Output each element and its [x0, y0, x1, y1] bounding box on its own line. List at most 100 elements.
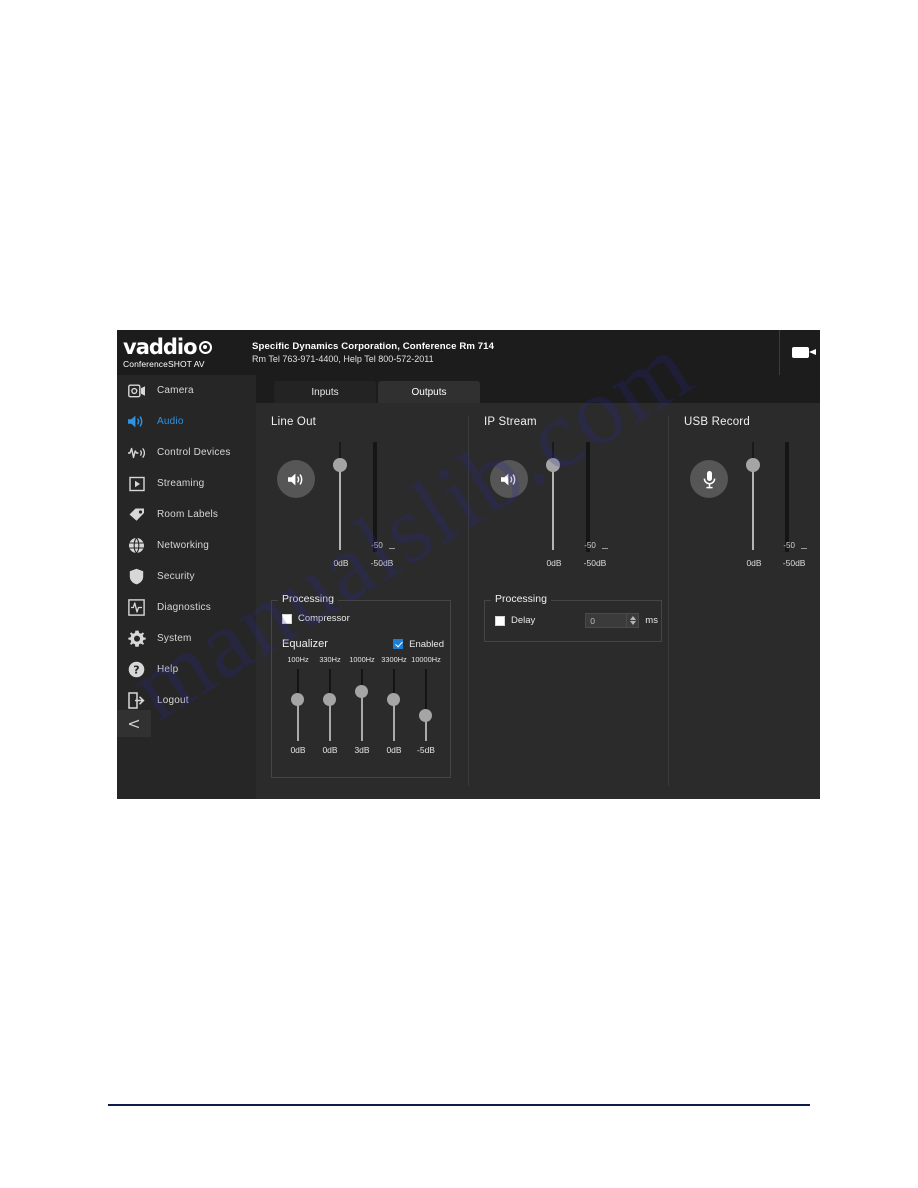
- band-value: -5dB: [417, 745, 435, 755]
- ip-stream-mute-button[interactable]: [490, 460, 528, 498]
- sidebar-item-system[interactable]: System: [117, 623, 256, 654]
- delay-row: Delay 0 ms: [495, 613, 658, 628]
- equalizer-header: Equalizer Enabled: [282, 638, 444, 650]
- usb-record-volume-slider[interactable]: 0dB: [737, 442, 770, 582]
- delay-label: Delay: [511, 615, 536, 626]
- delay-spinner-arrows[interactable]: [627, 613, 640, 628]
- sidebar-collapse-button[interactable]: <: [117, 710, 151, 737]
- sidebar-item-label: Audio: [157, 416, 184, 427]
- product-name: ConferenceSHOT AV: [123, 358, 205, 369]
- equalizer-enabled-label: Enabled: [409, 638, 444, 650]
- ip-stream-meter-label: -50dB: [583, 558, 607, 568]
- sidebar-item-diagnostics[interactable]: Diagnostics: [117, 592, 256, 623]
- tab-outputs[interactable]: Outputs: [378, 381, 480, 403]
- sidebar-item-audio[interactable]: Audio: [117, 406, 256, 437]
- sidebar-item-control-devices[interactable]: Control Devices: [117, 437, 256, 468]
- band-frequency: 330Hz: [319, 655, 341, 664]
- compressor-label: Compressor: [298, 613, 350, 624]
- header-info: Specific Dynamics Corporation, Conferenc…: [250, 341, 779, 364]
- delay-stepper[interactable]: 0: [585, 613, 640, 628]
- chevron-down-icon[interactable]: [629, 621, 636, 625]
- ip-stream-level-meter: -50 -50dB: [576, 442, 620, 582]
- content-area: Inputs Outputs Line Out 0dB -50 -50dB Pr…: [256, 375, 820, 799]
- band-knob[interactable]: [323, 693, 336, 706]
- sidebar-item-room-labels[interactable]: Room Labels: [117, 499, 256, 530]
- line-out-volume-label: 0dB: [333, 558, 349, 568]
- header-camera-button[interactable]: [779, 330, 820, 375]
- line-out-level-meter: -50 -50dB: [363, 442, 407, 582]
- speaker-icon: [287, 473, 302, 485]
- tag-icon: [126, 504, 147, 525]
- band-knob[interactable]: [387, 693, 400, 706]
- delay-checkbox[interactable]: [495, 615, 505, 626]
- vaddio-logo: vaddio: [123, 336, 250, 358]
- delay-input[interactable]: 0: [585, 613, 628, 628]
- band-knob[interactable]: [419, 709, 432, 722]
- chevron-up-icon[interactable]: [629, 616, 636, 620]
- compressor-checkbox[interactable]: [282, 613, 292, 624]
- speaker-icon: [126, 411, 147, 432]
- speaker-icon: [500, 473, 515, 485]
- line-out-volume-slider[interactable]: 0dB: [324, 442, 358, 582]
- slider-knob[interactable]: [546, 458, 560, 472]
- delay-unit: ms: [645, 615, 658, 626]
- organization-line: Specific Dynamics Corporation, Conferenc…: [252, 341, 495, 352]
- line-out-processing-box: Processing Compressor Equalizer Enabled: [271, 593, 451, 778]
- usb-record-volume-label: 0dB: [746, 558, 762, 568]
- band-slider[interactable]: [282, 669, 314, 741]
- slider-track-lower: [752, 464, 754, 550]
- logout-icon: [126, 690, 147, 711]
- band-value: 0dB: [386, 745, 402, 755]
- usb-record-meter-label: -50dB: [782, 558, 806, 568]
- band-track-lower: [361, 691, 363, 741]
- ip-stream-title: IP Stream: [484, 416, 537, 428]
- sidebar-item-label: Room Labels: [157, 509, 219, 520]
- sidebar-item-help[interactable]: ? Help: [117, 654, 256, 685]
- slider-knob[interactable]: [333, 458, 347, 472]
- sidebar-item-networking[interactable]: Networking: [117, 530, 256, 561]
- camera-settings-icon: [126, 380, 147, 401]
- equalizer-enabled-row[interactable]: Enabled: [393, 639, 444, 650]
- ip-stream-volume-slider[interactable]: 0dB: [537, 442, 571, 582]
- ip-stream-volume-label: 0dB: [546, 558, 562, 568]
- equalizer-band: 100Hz 0dB: [282, 655, 314, 755]
- sidebar-item-label: Security: [157, 571, 195, 582]
- usb-record-mute-button[interactable]: [690, 460, 728, 498]
- sidebar-item-label: Streaming: [157, 478, 205, 489]
- meter-tick: [389, 548, 395, 549]
- slider-track-lower: [552, 464, 554, 550]
- vaddio-web-interface: vaddio ConferenceSHOT AV Specific Dynami…: [117, 330, 820, 799]
- equalizer-enabled-checkbox[interactable]: [393, 639, 404, 649]
- band-slider[interactable]: [346, 669, 378, 741]
- sidebar-item-label: Networking: [157, 540, 210, 551]
- brand-block: vaddio ConferenceSHOT AV: [117, 336, 250, 369]
- gear-icon: [126, 628, 147, 649]
- band-value: 0dB: [322, 745, 338, 755]
- sidebar-item-label: System: [157, 633, 192, 644]
- band-knob[interactable]: [291, 693, 304, 706]
- band-slider[interactable]: [314, 669, 346, 741]
- sidebar-item-streaming[interactable]: Streaming: [117, 468, 256, 499]
- slider-track-lower: [339, 464, 341, 550]
- meter-bar: [586, 442, 590, 552]
- band-knob[interactable]: [355, 685, 368, 698]
- equalizer-title: Equalizer: [282, 638, 328, 650]
- band-slider[interactable]: [378, 669, 410, 741]
- page-footer-rule: [108, 1104, 810, 1106]
- band-slider[interactable]: [410, 669, 442, 741]
- globe-icon: [126, 535, 147, 556]
- ip-stream-processing-box: Processing Delay 0 ms: [484, 593, 662, 642]
- outputs-panels: Line Out 0dB -50 -50dB Processing Compre…: [256, 403, 820, 786]
- tab-inputs[interactable]: Inputs: [274, 381, 376, 403]
- meter-tick: [602, 548, 608, 549]
- question-icon: ?: [126, 659, 147, 680]
- sidebar-item-security[interactable]: Security: [117, 561, 256, 592]
- slider-knob[interactable]: [746, 458, 760, 472]
- compressor-row[interactable]: Compressor: [282, 613, 440, 624]
- usb-record-level-meter: -50 -50dB: [775, 442, 818, 582]
- equalizer-band: 330Hz 0dB: [314, 655, 346, 755]
- line-out-volume-group: 0dB -50 -50dB: [271, 442, 468, 592]
- equalizer-band: 1000Hz 3dB: [346, 655, 378, 755]
- sidebar-item-camera[interactable]: Camera: [117, 375, 256, 406]
- line-out-mute-button[interactable]: [277, 460, 315, 498]
